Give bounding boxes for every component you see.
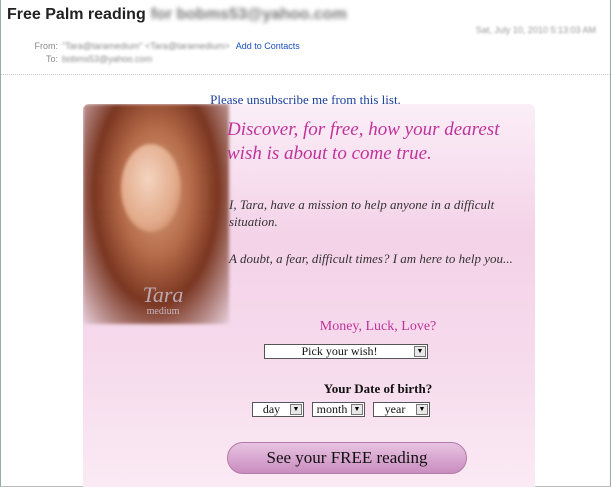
promo-paragraph-1: I, Tara, have a mission to help anyone i… xyxy=(229,197,495,229)
to-value: bobms53@yahoo.com xyxy=(62,54,153,64)
from-value: "Tara@taramedium" <Tara@taramedium> xyxy=(62,41,230,51)
to-label: To: xyxy=(45,54,58,64)
promo-headline: Discover, for free, how your dearest wis… xyxy=(227,119,500,164)
subject-recipient: for bobms53@yahoo.com xyxy=(150,6,347,23)
from-label: From: xyxy=(34,41,59,51)
from-row: From: "Tara@taramedium" <Tara@taramedium>… xyxy=(1,41,300,51)
wish-select-value: Pick your wish! xyxy=(301,345,378,358)
day-select-value: day xyxy=(262,403,281,416)
question-money-luck-love: Money, Luck, Love? xyxy=(319,319,437,334)
see-free-reading-button[interactable]: See your FREE reading xyxy=(227,442,467,474)
chevron-down-icon: ▼ xyxy=(351,404,363,415)
signature-role: medium xyxy=(146,306,180,317)
subject-text: Free Palm reading xyxy=(7,6,146,23)
year-select[interactable]: year ▼ xyxy=(373,402,430,417)
chevron-down-icon: ▼ xyxy=(416,404,428,415)
question-date-of-birth: Your Date of birth? xyxy=(323,381,433,396)
add-to-contacts-link[interactable]: Add to Contacts xyxy=(236,41,300,51)
email-viewer: Free Palm reading for bobms53@yahoo.com S… xyxy=(0,0,611,487)
email-subject: Free Palm reading for bobms53@yahoo.com xyxy=(7,6,347,24)
chevron-down-icon: ▼ xyxy=(290,404,302,415)
signature-name: Tara xyxy=(142,282,184,307)
promo-banner: Tara medium Discover, for free, how your… xyxy=(83,104,535,487)
month-select[interactable]: month ▼ xyxy=(312,402,365,417)
to-row: To: bobms53@yahoo.com xyxy=(1,54,152,64)
month-select-value: month xyxy=(316,403,348,416)
wish-select[interactable]: Pick your wish! ▼ xyxy=(264,344,428,359)
email-header: Free Palm reading for bobms53@yahoo.com S… xyxy=(1,0,610,75)
chevron-down-icon: ▼ xyxy=(414,346,426,357)
promo-paragraph-2: A doubt, a fear, difficult times? I am h… xyxy=(229,251,513,266)
email-date: Sat, July 10, 2010 5:13:03 AM xyxy=(475,25,596,35)
year-select-value: year xyxy=(384,403,406,416)
day-select[interactable]: day ▼ xyxy=(252,402,304,417)
face-image xyxy=(121,144,181,232)
